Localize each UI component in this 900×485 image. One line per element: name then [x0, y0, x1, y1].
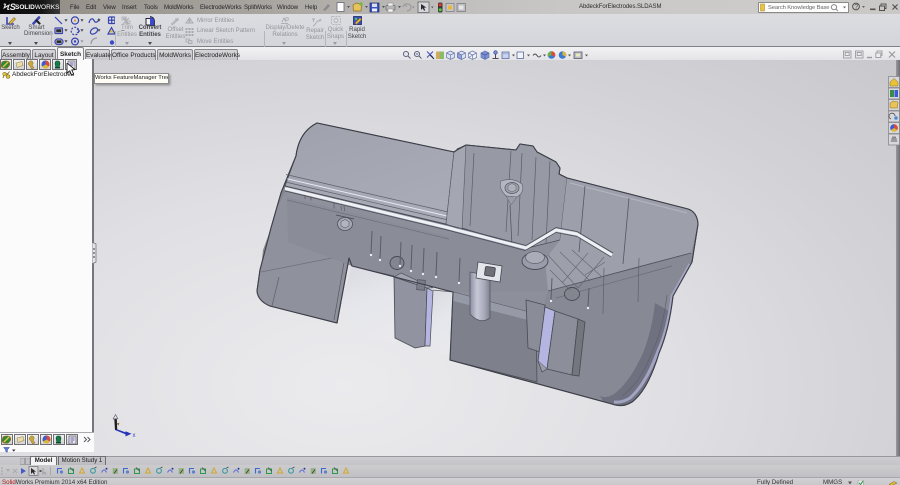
svg-text:x: x	[133, 433, 136, 439]
